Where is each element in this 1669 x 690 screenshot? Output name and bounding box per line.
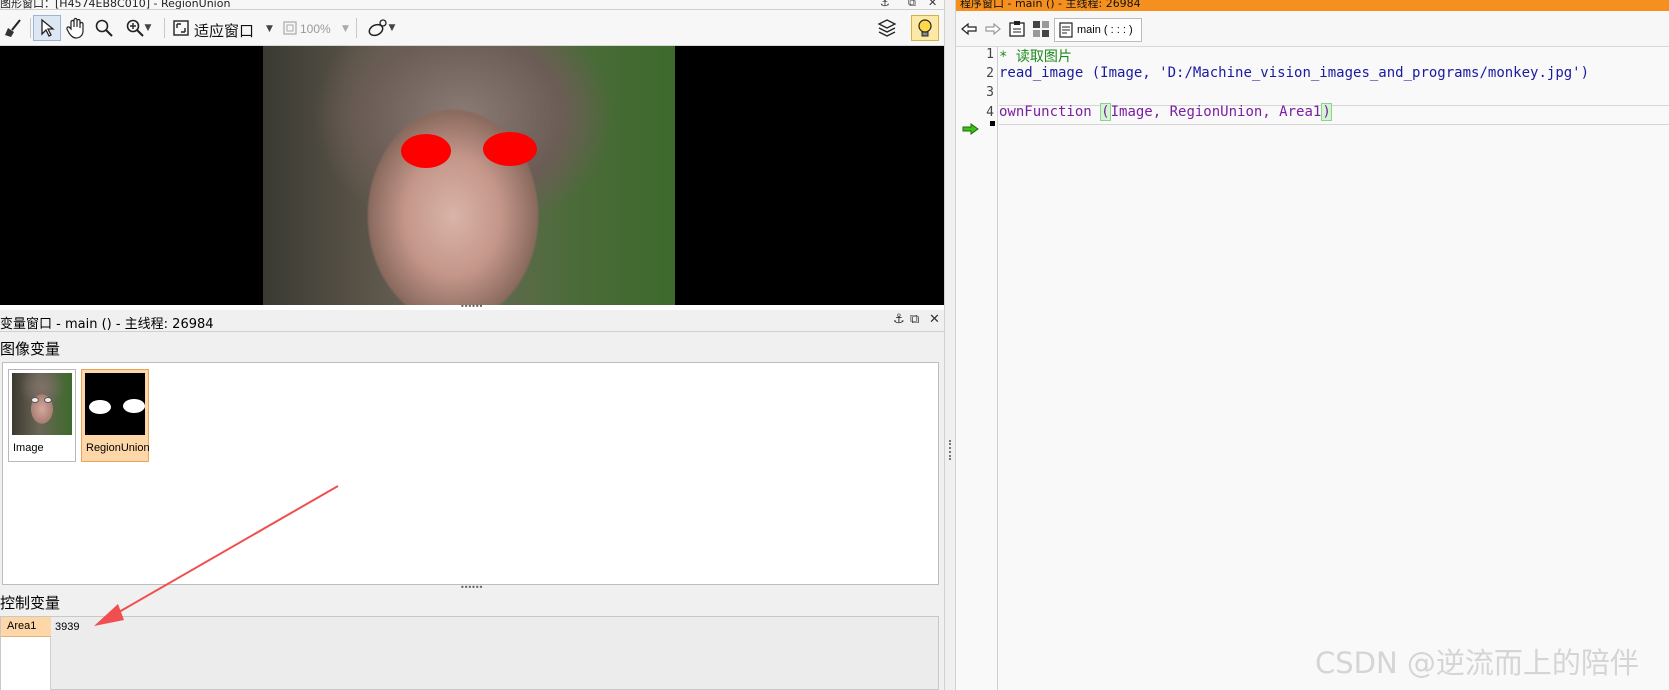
select-pointer-button[interactable] [33, 15, 61, 41]
iconic-variable-name: RegionUnion [86, 442, 150, 454]
iconic-variables-label: 图像变量 [0, 340, 61, 358]
close-icon[interactable]: ✕ [929, 312, 940, 327]
code-line-1[interactable]: * 读取图片 [999, 46, 1072, 66]
program-window-titlebar: 程序窗口 - main () - 主线程: 26984 [956, 0, 1669, 11]
arrow-left-icon [961, 22, 977, 36]
close-icon[interactable]: ✕ [928, 0, 937, 9]
program-window-title: 程序窗口 - main () - 主线程: 26984 [960, 0, 1141, 10]
assistant-button[interactable] [911, 15, 939, 41]
clear-window-button[interactable] [2, 15, 26, 41]
variable-window-titlebar: 变量窗口 - main () - 主线程: 26984 ⚓ ⧉ ✕ [0, 310, 944, 332]
procedure-tab-main[interactable]: main ( : : : ) [1054, 18, 1142, 42]
region-draw-icon [368, 19, 387, 37]
chevron-down-icon[interactable]: ▼ [266, 24, 273, 34]
region-right-eye [483, 132, 537, 166]
float-icon[interactable]: ⧉ [908, 0, 916, 9]
code-line-2[interactable]: read_image (Image, 'D:/Machine_vision_im… [999, 65, 1589, 81]
program-counter-arrow-icon [962, 123, 979, 135]
fit-window-icon-button[interactable] [170, 15, 192, 41]
pin-icon[interactable]: ⚓ [880, 0, 890, 9]
cursor-arrow-icon [41, 18, 55, 37]
region-left-eye [401, 134, 451, 168]
magnify-button[interactable] [91, 15, 117, 41]
pin-icon[interactable]: ⚓ [893, 312, 905, 327]
close-paren: ) [1321, 103, 1332, 121]
grid-icon [1033, 21, 1049, 37]
open-paren: ( [1100, 103, 1111, 121]
graphics-canvas[interactable] [0, 46, 944, 305]
float-icon[interactable]: ⧉ [910, 312, 919, 327]
variable-window-title: 变量窗口 - main () - 主线程: 26984 [0, 317, 214, 332]
graphics-toolbar: ▼ 适应窗口 ▼ 100% ▼ ▼ [0, 10, 944, 46]
code-line-4[interactable]: ownFunction (Image, RegionUnion, Area1) [999, 103, 1332, 121]
chevron-down-icon: ▼ [144, 23, 152, 33]
variable-window: 变量窗口 - main () - 主线程: 26984 ⚓ ⧉ ✕ 图像变量 I… [0, 310, 944, 690]
zoom-in-icon [126, 19, 144, 37]
control-variable-name-column: Area1 [1, 617, 51, 690]
splitter-grip-icon[interactable]: •••••• [460, 303, 483, 311]
control-variables-panel: Area1 3939 [0, 616, 939, 690]
procedure-call-args: Image, RegionUnion, Area1 [1110, 104, 1322, 120]
broom-icon [5, 19, 21, 37]
lightbulb-icon [918, 19, 932, 37]
graphics-window-title: 图形窗口：[H4574EB8C010] - RegionUnion [0, 0, 231, 10]
procedure-call-name: ownFunction [999, 104, 1092, 120]
line-number-gutter: 1 2 3 4 [956, 47, 998, 690]
watermark: CSDN @逆流而上的陪伴 [1315, 646, 1639, 680]
line-number: 2 [986, 66, 994, 81]
program-editor[interactable]: 1 2 3 4 * 读取图片 read_image (Image, 'D:/Ma… [956, 47, 1669, 690]
hand-icon [66, 17, 84, 39]
control-variable-name[interactable]: Area1 [1, 617, 51, 637]
line-number: 4 [986, 105, 994, 120]
fit-window-label[interactable]: 适应窗口 [194, 20, 254, 41]
monkey-image [263, 46, 675, 305]
line-number: 1 [986, 47, 994, 62]
arrow-right-icon [985, 22, 1001, 36]
chevron-down-icon: ▼ [388, 23, 396, 33]
full-text-button[interactable] [1030, 16, 1052, 42]
iconic-variable-regionunion[interactable]: RegionUnion [81, 369, 150, 462]
graphics-window-titlebar: 图形窗口：[H4574EB8C010] - RegionUnion ⚓ ⧉ ✕ [0, 0, 944, 10]
program-window: 程序窗口 - main () - 主线程: 26984 main (:::… [956, 0, 1669, 690]
insert-cursor-marker [990, 121, 995, 126]
procedure-list-button[interactable] [1006, 16, 1028, 42]
chevron-down-icon[interactable]: ▼ [342, 24, 349, 34]
procedure-icon [1059, 22, 1073, 38]
zoom-button[interactable]: ▼ [119, 15, 157, 41]
operator-args: (Image, 'D:/Machine_vision_images_and_pr… [1091, 65, 1590, 81]
fit-window-icon [173, 20, 189, 36]
pan-button[interactable] [63, 15, 89, 41]
iconic-variable-name: Image [13, 442, 44, 454]
layers-icon [877, 19, 897, 37]
iconic-variables-panel: Image RegionUnion [2, 362, 939, 585]
procedure-tab-label: main ( : : : ) [1077, 24, 1133, 36]
region-thumbnail [85, 373, 145, 435]
layers-button[interactable] [874, 15, 900, 41]
draw-mode-button[interactable]: ▼ [362, 15, 400, 41]
iconic-variable-image[interactable]: Image [8, 369, 76, 462]
control-variables-label: 控制变量 [0, 594, 61, 612]
clipboard-icon [1009, 21, 1025, 37]
back-button[interactable] [958, 16, 980, 42]
zoom-frame-icon [283, 21, 297, 35]
program-toolbar: main ( : : : ) [956, 11, 1669, 47]
zoom-percent-icon-button[interactable] [280, 15, 300, 41]
forward-button[interactable] [982, 16, 1004, 42]
image-thumbnail [12, 373, 72, 435]
line-number: 3 [986, 85, 994, 100]
control-variable-value[interactable]: 3939 [55, 621, 79, 633]
vertical-splitter[interactable] [944, 0, 956, 690]
graphics-window: 图形窗口：[H4574EB8C010] - RegionUnion ⚓ ⧉ ✕ [0, 0, 944, 305]
zoom-percent-label[interactable]: 100% [300, 22, 331, 36]
magnifier-icon [95, 19, 113, 37]
operator-name: read_image [999, 65, 1084, 81]
splitter-grip-icon[interactable]: •••••• [460, 584, 483, 592]
